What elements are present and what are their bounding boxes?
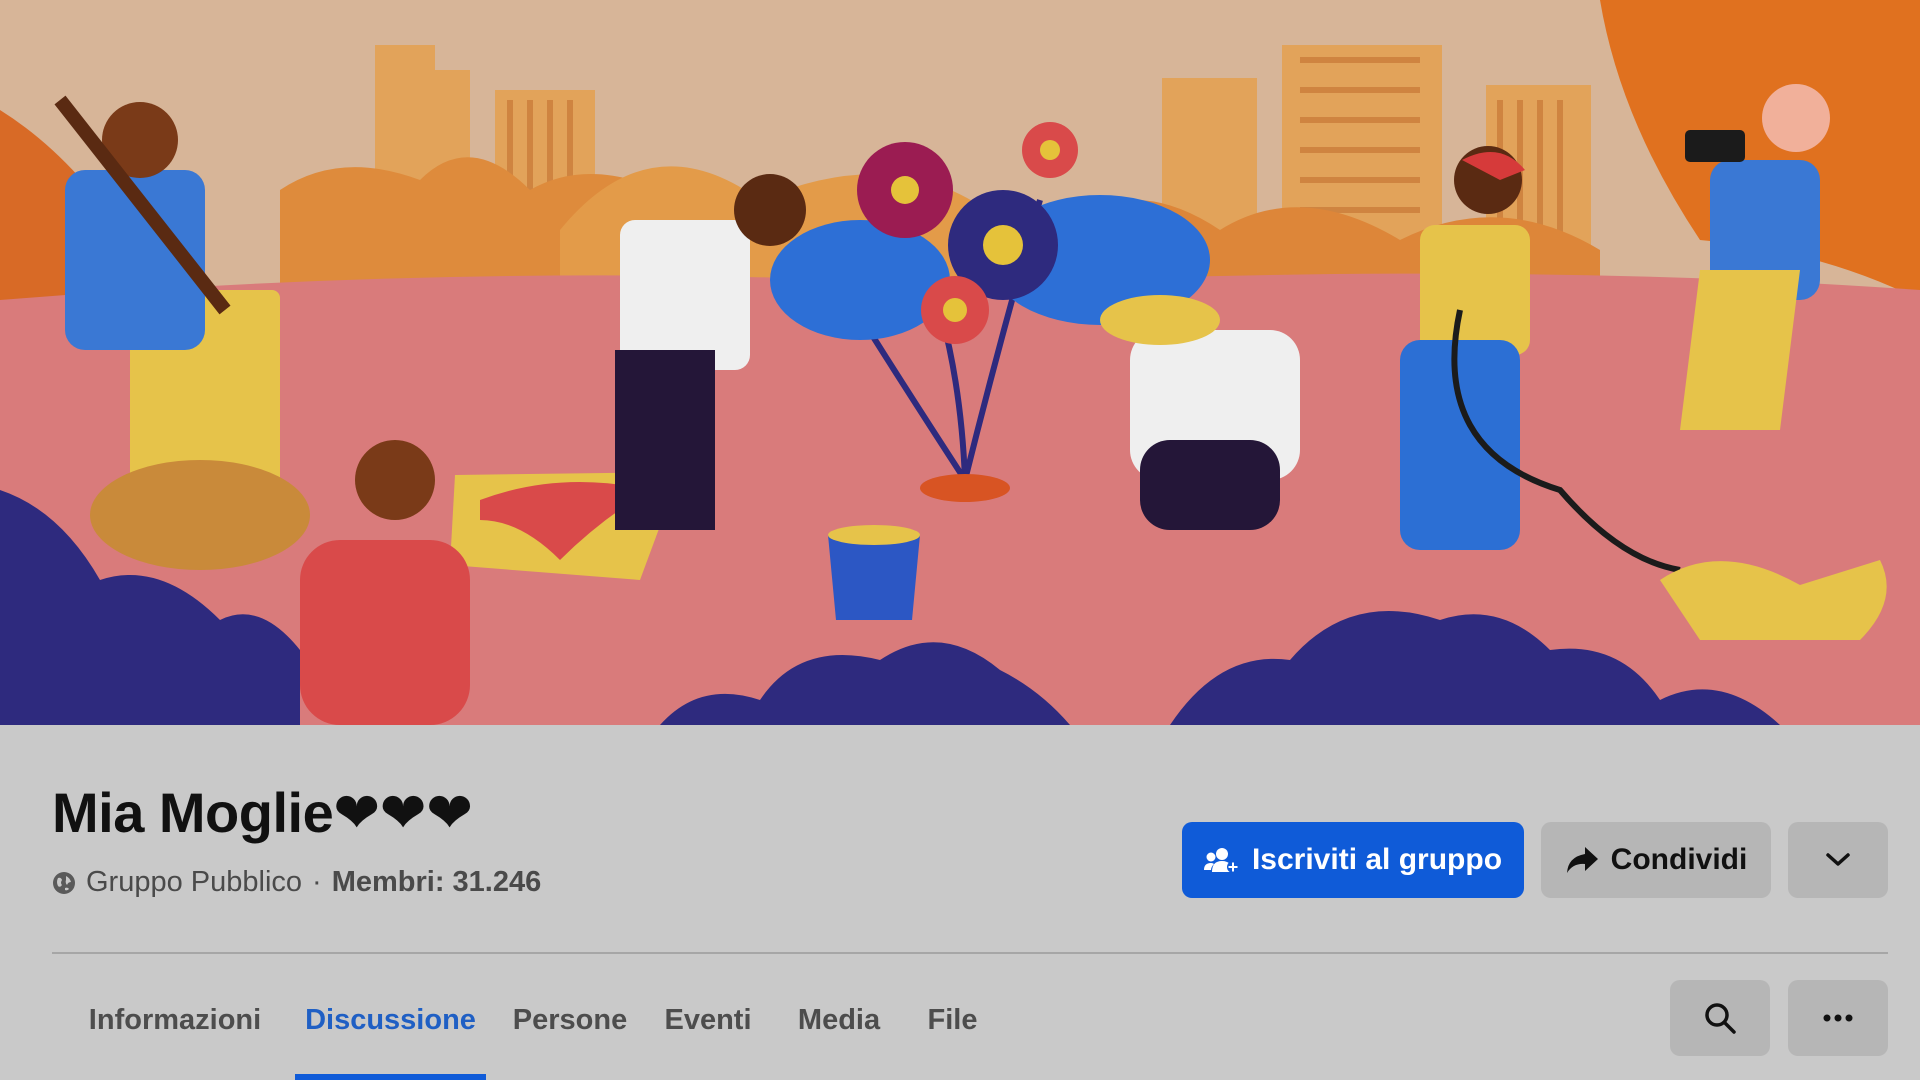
member-count[interactable]: Membri: 31.246 (332, 866, 542, 899)
group-meta: Gruppo Pubblico · Membri: 31.246 (52, 866, 541, 899)
group-tabs: Informazioni Discussione Persone Eventi … (52, 978, 1652, 1080)
header-divider (52, 952, 1888, 954)
tab-label: Eventi (664, 1004, 752, 1036)
tab-persone[interactable]: Persone (510, 978, 630, 1080)
share-arrow-icon (1566, 847, 1598, 873)
tab-eventi[interactable]: Eventi (653, 978, 763, 1080)
overflow-menu-button[interactable] (1788, 980, 1888, 1056)
group-title: Mia Moglie❤❤❤ (52, 781, 473, 844)
tab-label: File (927, 1004, 978, 1036)
tab-label: Media (797, 1004, 881, 1036)
privacy-label: Gruppo Pubblico (86, 866, 303, 898)
tab-label: Persone (512, 1004, 628, 1036)
ellipsis-icon (1823, 1014, 1853, 1022)
group-add-icon (1203, 848, 1239, 873)
meta-separator: · (312, 866, 322, 898)
tab-file[interactable]: File (920, 978, 985, 1080)
cover-photo[interactable] (0, 0, 1920, 725)
tab-label: Discussione (305, 1004, 476, 1036)
group-header: Mia Moglie❤❤❤ Gruppo Pubblico · Membri: … (0, 725, 1920, 1080)
active-tab-indicator (295, 1074, 486, 1080)
tab-discussione[interactable]: Discussione (295, 978, 486, 1080)
search-icon (1705, 1003, 1736, 1034)
cover-illustration (0, 0, 1920, 725)
tab-informazioni[interactable]: Informazioni (85, 978, 265, 1080)
join-group-button[interactable]: Iscriviti al gruppo (1182, 822, 1524, 898)
more-options-button[interactable] (1788, 822, 1888, 898)
tab-media[interactable]: Media (784, 978, 894, 1080)
share-button[interactable]: Condividi (1541, 822, 1771, 898)
tab-label: Informazioni (88, 1004, 262, 1036)
join-group-label: Iscriviti al gruppo (1251, 843, 1503, 876)
search-button[interactable] (1670, 980, 1770, 1056)
globe-icon (53, 871, 75, 894)
share-label: Condividi (1610, 843, 1748, 876)
chevron-down-icon (1826, 853, 1850, 866)
